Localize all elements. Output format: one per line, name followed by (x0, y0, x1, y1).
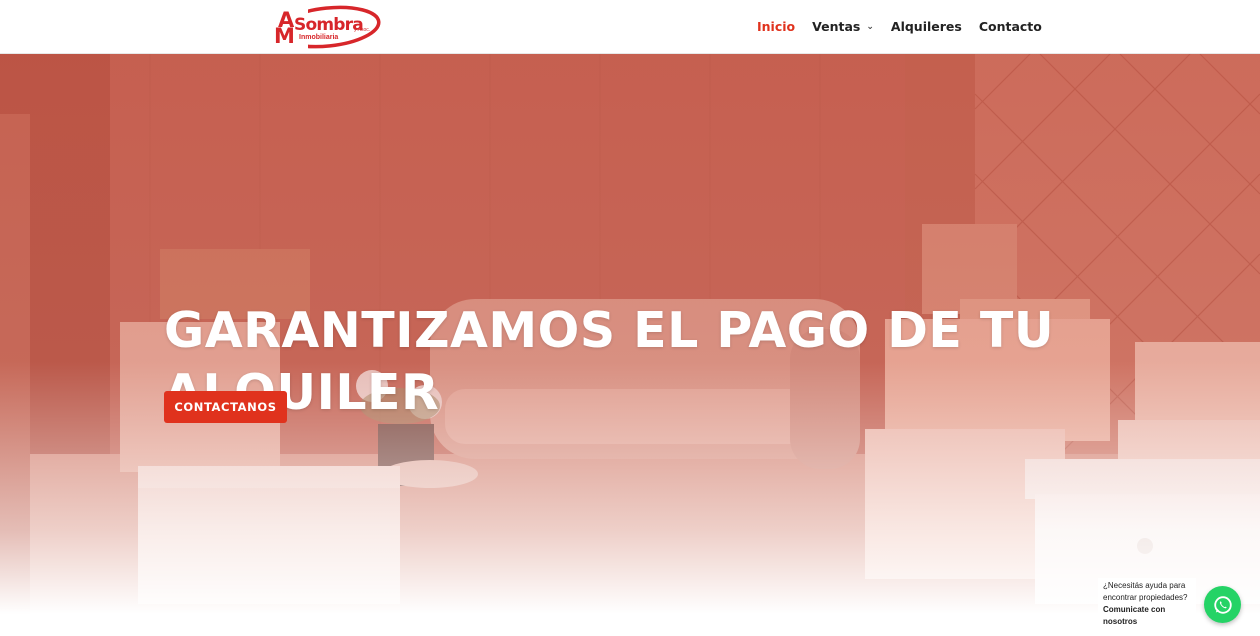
logo-wordmark: Sombra (294, 15, 364, 35)
hero-title-line1: GARANTIZAMOS EL PAGO DE TU (164, 302, 1055, 359)
hero-section: GARANTIZAMOS EL PAGO DE TU ALQUILER (0, 54, 1260, 614)
hero-title: GARANTIZAMOS EL PAGO DE TU ALQUILER (164, 300, 1064, 424)
nav-item-contacto[interactable]: Contacto (979, 19, 1042, 35)
nav-item-label: Alquileres (890, 19, 962, 34)
chevron-down-icon: ⌄ (866, 22, 874, 32)
whatsapp-prompt-cta: Comunicate con nosotros (1103, 605, 1166, 626)
site-header: A M Sombra y Asoc. Inmobiliaria Inicio V… (0, 0, 1260, 54)
nav-item-alquileres[interactable]: Alquileres (891, 19, 962, 35)
nav-item-label: Contacto (978, 19, 1042, 34)
whatsapp-prompt-question: ¿Necesitás ayuda para encontrar propieda… (1103, 581, 1188, 602)
whatsapp-button[interactable] (1204, 586, 1241, 623)
whatsapp-prompt[interactable]: ¿Necesitás ayuda para encontrar propieda… (1098, 578, 1196, 630)
main-nav: Inicio Ventas ⌄ Alquileres Contacto (757, 19, 1059, 35)
nav-item-label: Inicio (757, 19, 796, 34)
logo-suffix: y Asoc. (354, 27, 371, 33)
nav-item-label: Ventas (812, 19, 861, 34)
nav-item-inicio[interactable]: Inicio (757, 19, 795, 35)
whatsapp-icon (1213, 595, 1232, 614)
contactanos-button[interactable]: CONTACTANOS (164, 391, 287, 423)
brand-logo[interactable]: A M Sombra y Asoc. Inmobiliaria (272, 5, 382, 51)
logo-letter-m: M (274, 24, 295, 48)
logo-subtitle: Inmobiliaria (299, 34, 339, 41)
nav-item-ventas[interactable]: Ventas ⌄ (812, 19, 874, 35)
